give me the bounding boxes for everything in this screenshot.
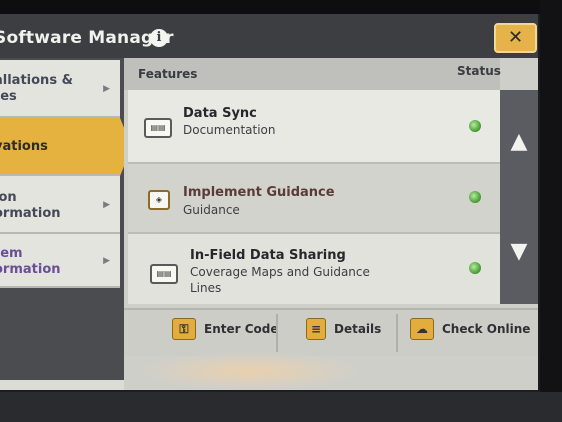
feature-row-implement-guidance[interactable]: ◈ Implement Guidance Guidance <box>128 164 500 234</box>
scroll-controls: ▲ ▼ <box>500 90 538 304</box>
sidebar-item-version-information[interactable]: ion ormation ▶ <box>0 176 120 234</box>
enter-code-label: Enter Code <box>204 322 279 336</box>
sidebar-item-label: allations & tes <box>0 73 73 104</box>
status-indicator <box>469 191 481 203</box>
chevron-right-icon: ▶ <box>103 84 110 94</box>
display-screen: Software Manager i ✕ allations & tes ▶ v… <box>0 14 538 390</box>
feature-title: Implement Guidance <box>183 185 335 200</box>
sidebar-item-label: ion ormation <box>0 190 61 221</box>
feature-subtitle: Coverage Maps and Guidance Lines <box>190 265 370 295</box>
device-bezel-right <box>540 0 562 422</box>
feature-title: In-Field Data Sharing <box>190 248 346 263</box>
sidebar-item-activations[interactable]: vations <box>0 118 132 176</box>
scroll-up-button[interactable]: ▲ <box>500 90 538 194</box>
key-icon: ⚿ <box>172 318 196 340</box>
data-sync-icon: ▤▤ <box>144 118 172 138</box>
action-bar: ⚿ Enter Code ≡ Details ☁ Check Online <box>124 308 538 356</box>
features-header: Features Status <box>124 58 501 90</box>
screen-glare <box>140 352 360 390</box>
feature-title: Data Sync <box>183 106 257 121</box>
document-icon: ≡ <box>306 318 326 340</box>
feature-row-in-field-data-sharing[interactable]: ▤▤ In-Field Data Sharing Coverage Maps a… <box>128 234 500 304</box>
implement-guidance-icon: ◈ <box>148 190 170 210</box>
sidebar: allations & tes ▶ vations ion ormation ▶… <box>0 58 132 380</box>
sidebar-item-label: vations <box>0 139 48 154</box>
feature-row-data-sync[interactable]: ▤▤ Data Sync Documentation <box>128 90 500 164</box>
cloud-download-icon: ☁ <box>410 318 434 340</box>
device-bezel-top <box>0 0 562 14</box>
device-bezel-bottom <box>0 392 562 422</box>
status-indicator <box>469 120 481 132</box>
title-bar: Software Manager i ✕ <box>0 14 538 58</box>
chevron-right-icon: ▶ <box>103 200 110 210</box>
feature-subtitle: Guidance <box>183 203 240 217</box>
sidebar-item-installations[interactable]: allations & tes ▶ <box>0 60 120 118</box>
chevron-right-icon: ▶ <box>103 256 110 266</box>
features-panel: Features Status ▤▤ Data Sync Documentati… <box>124 58 538 390</box>
features-list: ▤▤ Data Sync Documentation ◈ Implement G… <box>128 90 500 304</box>
page-title: Software Manager <box>0 28 174 48</box>
check-online-label: Check Online <box>442 322 531 336</box>
sidebar-item-system-information[interactable]: tem ormation ▶ <box>0 234 120 288</box>
divider <box>276 314 278 352</box>
scroll-down-button[interactable]: ▼ <box>500 200 538 304</box>
details-label: Details <box>334 322 382 336</box>
divider <box>396 314 398 352</box>
data-sharing-icon: ▤▤ <box>150 264 178 284</box>
info-icon[interactable]: i <box>150 29 168 47</box>
status-column-header: Status <box>457 64 501 78</box>
close-button[interactable]: ✕ <box>494 23 537 53</box>
sidebar-item-label: tem ormation <box>0 246 61 277</box>
status-indicator <box>469 262 481 274</box>
features-column-header: Features <box>138 67 198 81</box>
feature-subtitle: Documentation <box>183 123 276 137</box>
